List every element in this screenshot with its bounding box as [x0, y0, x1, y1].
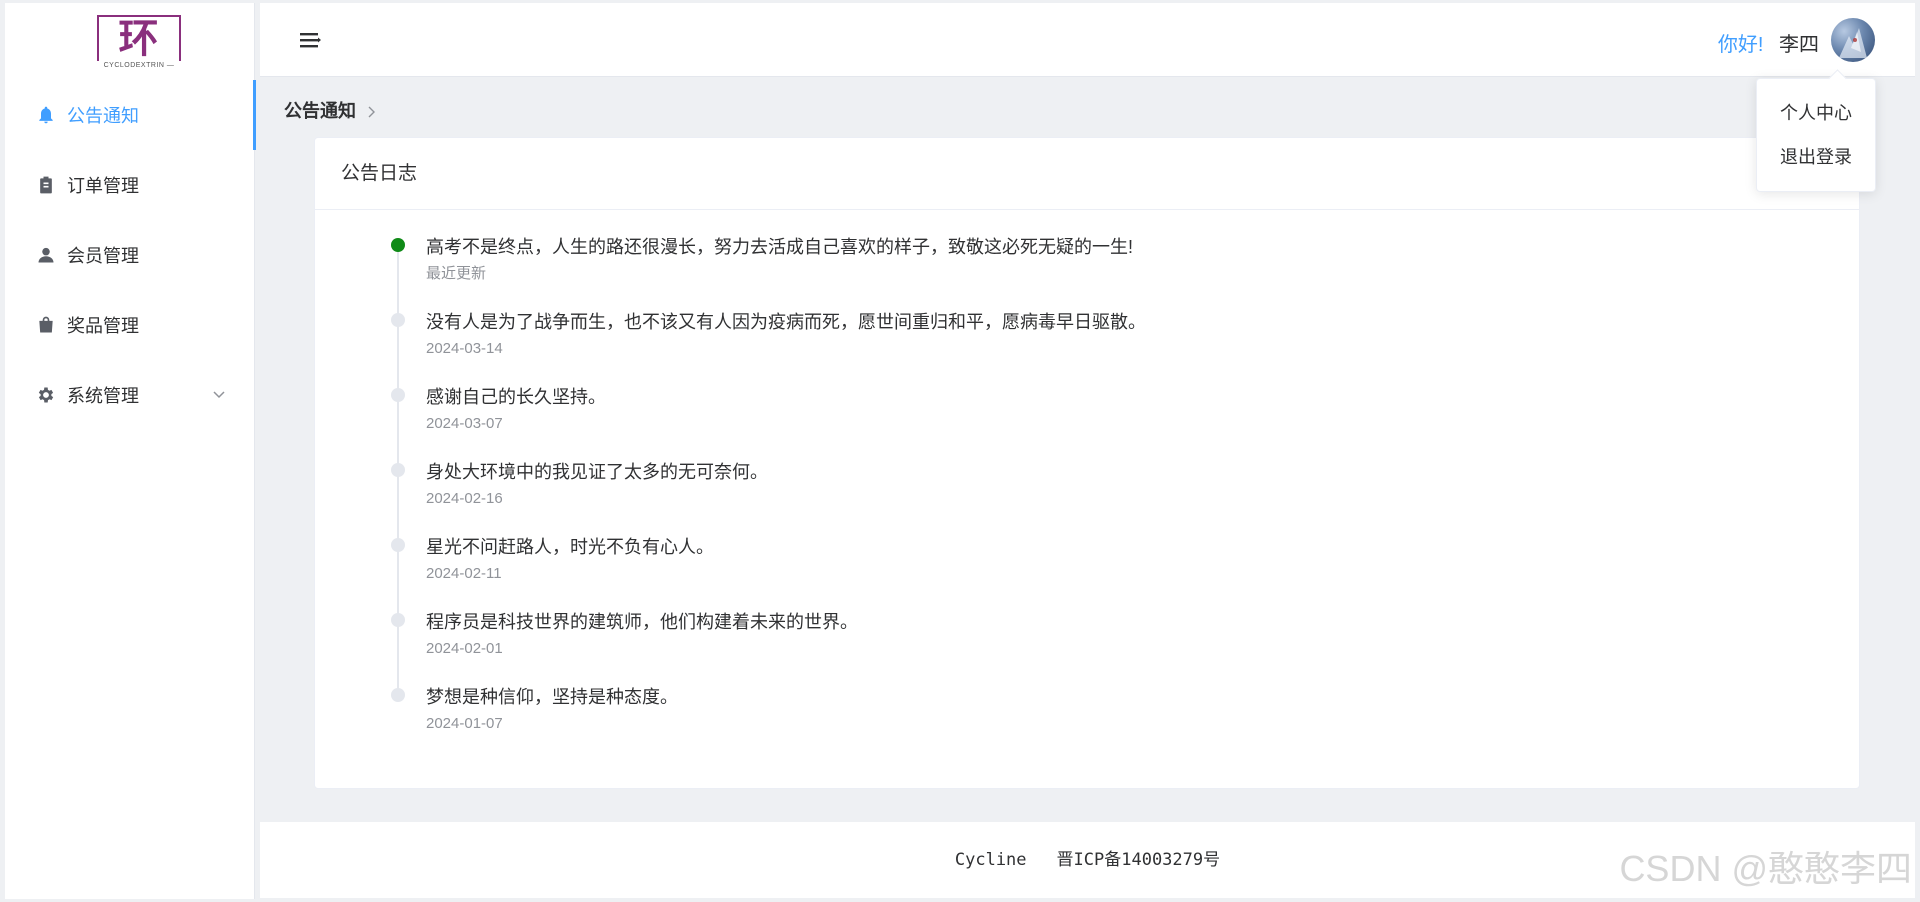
- bell-icon: [35, 104, 57, 126]
- timeline-timestamp: 2024-03-14: [426, 340, 503, 357]
- sidebar-item-members[interactable]: 会员管理: [5, 220, 255, 290]
- sidebar-item-label: 会员管理: [67, 246, 139, 266]
- breadcrumb-current[interactable]: 公告通知: [284, 97, 356, 123]
- timeline-tail: [397, 544, 399, 619]
- watermark: CSDN @憨憨李四: [1619, 848, 1912, 889]
- timeline-content: 高考不是终点，人生的路还很漫长，努力去活成自己喜欢的样子，致敬这必死无疑的一生!: [426, 237, 1133, 257]
- card-title: 公告日志: [315, 138, 1859, 210]
- clipboard-icon: [35, 174, 57, 196]
- timeline-tail: [397, 319, 399, 394]
- sidebar-item-orders[interactable]: 订单管理: [5, 150, 255, 220]
- sidebar-item-label: 公告通知: [67, 106, 139, 126]
- timeline-item: 程序员是科技世界的建筑师，他们构建着未来的世界。 2024-02-01: [391, 611, 1859, 694]
- menu-toggle-icon[interactable]: [298, 29, 322, 51]
- top-header: 你好! 李四: [260, 3, 1915, 77]
- timeline-node: [391, 538, 405, 552]
- timeline-timestamp: 2024-03-07: [426, 415, 503, 432]
- dropdown-item-profile[interactable]: 个人中心: [1757, 91, 1875, 135]
- timeline-node: [391, 463, 405, 477]
- timeline-content: 梦想是种信仰，坚持是种态度。: [426, 687, 678, 707]
- timeline-node: [391, 688, 405, 702]
- user-icon: [35, 244, 57, 266]
- dropdown-item-logout[interactable]: 退出登录: [1757, 135, 1875, 179]
- app-root: 环素 CYCLODEXTRIN — 公告通知 订单管理 会员管理: [0, 0, 1920, 902]
- logo-text: 环素: [97, 15, 181, 61]
- username: 李四: [1779, 34, 1819, 56]
- greeting-text: 你好!: [1717, 34, 1764, 56]
- timeline-content: 没有人是为了战争而生，也不该又有人因为疫病而死，愿世间重归和平，愿病毒早日驱散。: [426, 312, 1146, 332]
- shopping-bag-icon: [35, 314, 57, 336]
- timeline-item: 身处大环境中的我见证了太多的无可奈何。 2024-02-16: [391, 461, 1859, 544]
- timeline-timestamp: 最近更新: [426, 265, 487, 282]
- sidebar-item-label: 订单管理: [67, 176, 139, 196]
- chevron-right-icon: [366, 103, 378, 118]
- user-greeting: 你好! 李四: [1718, 28, 1819, 57]
- timeline-item: 星光不问赶路人，时光不负有心人。 2024-02-11: [391, 536, 1859, 619]
- logo: 环素 CYCLODEXTRIN —: [97, 15, 181, 73]
- timeline-item: 梦想是种信仰，坚持是种态度。 2024-01-07: [391, 686, 1859, 761]
- sidebar-menu: 公告通知 订单管理 会员管理 奖品管理 系统管理: [5, 80, 256, 430]
- timeline-timestamp: 2024-02-11: [426, 565, 502, 582]
- user-dropdown-menu: 个人中心 退出登录: [1756, 78, 1876, 192]
- timeline-node: [391, 238, 405, 252]
- timeline-timestamp: 2024-02-01: [426, 640, 503, 657]
- timeline-timestamp: 2024-02-16: [426, 490, 503, 507]
- chevron-down-icon: [211, 386, 227, 402]
- sidebar-item-announcements[interactable]: 公告通知: [5, 80, 256, 150]
- timeline-tail: [397, 394, 399, 469]
- timeline-content: 身处大环境中的我见证了太多的无可奈何。: [426, 462, 768, 482]
- timeline-timestamp: 2024-01-07: [426, 715, 503, 732]
- timeline-tail: [397, 619, 399, 694]
- sidebar-item-label: 奖品管理: [67, 316, 139, 336]
- logo-subtext: CYCLODEXTRIN —: [103, 62, 175, 69]
- timeline-node: [391, 613, 405, 627]
- timeline-item: 感谢自己的长久坚持。 2024-03-07: [391, 386, 1859, 469]
- timeline-tail: [397, 469, 399, 544]
- sidebar-item-label: 系统管理: [67, 386, 139, 406]
- footer-icp[interactable]: 晋ICP备14003279号: [1057, 850, 1221, 870]
- timeline-item: 高考不是终点，人生的路还很漫长，努力去活成自己喜欢的样子，致敬这必死无疑的一生!…: [391, 236, 1859, 319]
- timeline-tail: [397, 244, 399, 319]
- sidebar: 环素 CYCLODEXTRIN — 公告通知 订单管理 会员管理: [5, 3, 256, 899]
- announcement-timeline: 高考不是终点，人生的路还很漫长，努力去活成自己喜欢的样子，致敬这必死无疑的一生!…: [315, 210, 1859, 761]
- announcement-card: 公告日志 高考不是终点，人生的路还很漫长，努力去活成自己喜欢的样子，致敬这必死无…: [314, 137, 1860, 789]
- timeline-node: [391, 313, 405, 327]
- breadcrumb: 公告通知: [284, 97, 378, 123]
- footer-brand: Cycline: [954, 850, 1027, 870]
- timeline-content: 星光不问赶路人，时光不负有心人。: [426, 537, 714, 557]
- gear-icon: [35, 384, 57, 406]
- sidebar-item-prizes[interactable]: 奖品管理: [5, 290, 255, 360]
- avatar[interactable]: [1831, 18, 1875, 62]
- sidebar-item-system[interactable]: 系统管理: [5, 360, 255, 430]
- timeline-content: 感谢自己的长久坚持。: [426, 387, 606, 407]
- timeline-node: [391, 388, 405, 402]
- timeline-content: 程序员是科技世界的建筑师，他们构建着未来的世界。: [426, 612, 858, 632]
- timeline-item: 没有人是为了战争而生，也不该又有人因为疫病而死，愿世间重归和平，愿病毒早日驱散。…: [391, 311, 1859, 394]
